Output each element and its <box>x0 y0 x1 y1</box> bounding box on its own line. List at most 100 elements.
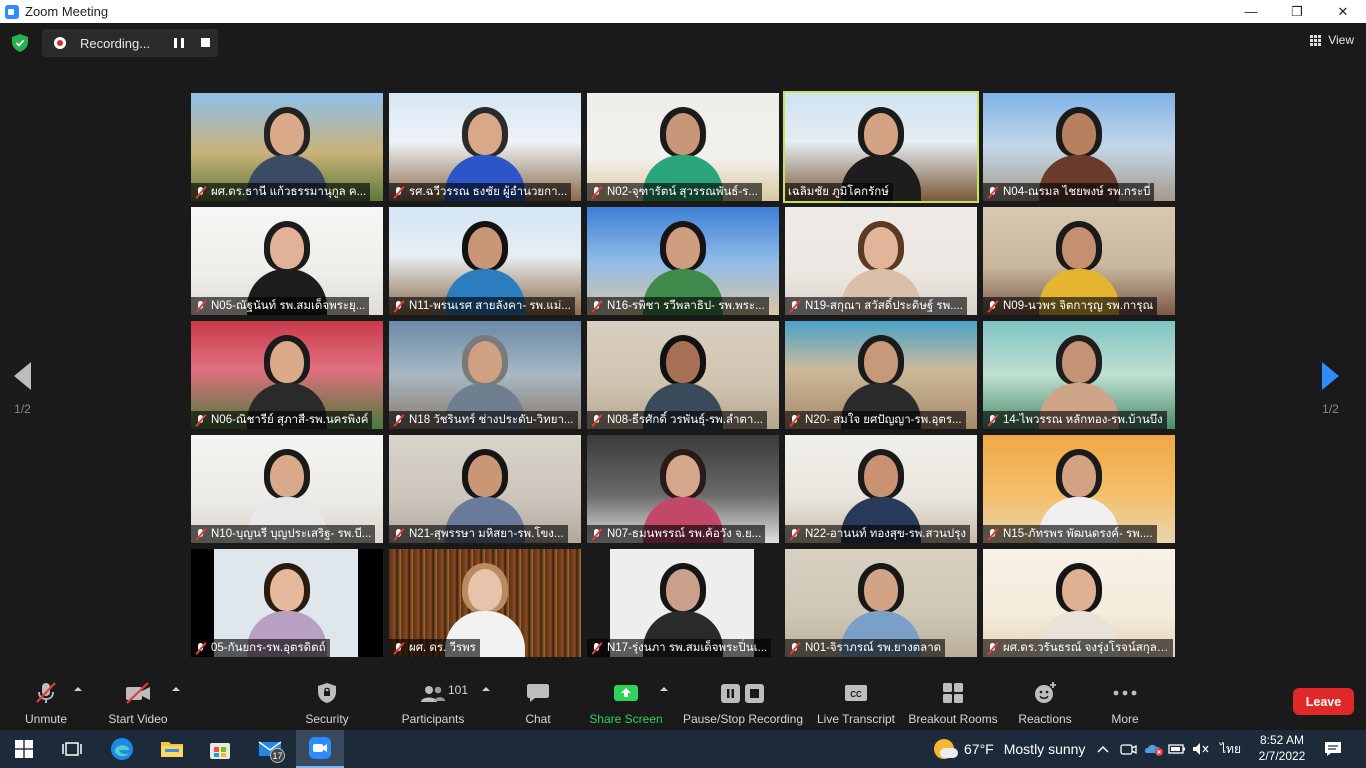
more-button[interactable]: More <box>1102 673 1148 730</box>
share-screen-label: Share Screen <box>589 712 663 726</box>
participant-video-tile[interactable]: N22-อานนท์ ทองสุข-รพ.สวนปรุง <box>785 435 977 543</box>
weather-widget[interactable]: 67°F Mostly sunny <box>934 730 1085 768</box>
tray-battery[interactable] <box>1168 730 1186 768</box>
mic-muted-icon <box>392 185 405 199</box>
clock-time: 8:52 AM <box>1259 733 1305 747</box>
participant-video-tile[interactable]: N18 วัชรินทร์ ช่างประดับ-วิทยา... <box>389 321 581 429</box>
previous-page-button[interactable]: 1/2 <box>14 362 31 416</box>
tray-volume[interactable] <box>1192 730 1210 768</box>
more-label: More <box>1111 712 1139 726</box>
participant-video-tile[interactable]: รศ.ฉวีวรรณ ธงชัย ผู้อำนวยกา... <box>389 93 581 201</box>
participant-video-tile[interactable]: N19-สกุณา สวัสดิ์ประดิษฐ์ รพ.... <box>785 207 977 315</box>
battery-icon <box>1168 744 1185 754</box>
chat-button[interactable]: Chat <box>514 673 562 730</box>
reactions-button[interactable]: Reactions <box>1016 673 1074 730</box>
participant-name: ผศ.ดร.วรันธรณ์ จงรุ่งโรจน์สกุล ... <box>1003 642 1169 654</box>
participant-name: N15-ภัทรพร พัฒนดรงค์- รพ.... <box>1003 528 1153 540</box>
live-transcript-button[interactable]: CC Live Transcript <box>814 673 898 730</box>
participant-video-tile[interactable]: ผศ. ดร. วีรพร <box>389 549 581 657</box>
leave-button[interactable]: Leave <box>1293 688 1354 715</box>
participant-name: N22-อานนท์ ทองสุข-รพ.สวนปรุง <box>805 528 966 540</box>
stop-recording-icon[interactable] <box>201 38 210 47</box>
notifications-button[interactable] <box>1324 730 1342 768</box>
taskbar-file-explorer[interactable] <box>148 730 196 768</box>
security-shield-icon[interactable] <box>12 34 28 52</box>
share-screen-button[interactable]: Share Screen <box>588 673 664 730</box>
svg-text:CC: CC <box>850 690 862 699</box>
mic-muted-icon <box>590 299 603 313</box>
participant-video-tile[interactable]: N07-ธมนพรรณ์ รพ.ค้อวัง จ.ย... <box>587 435 779 543</box>
unmute-button[interactable]: Unmute <box>22 673 70 730</box>
page-indicator-left: 1/2 <box>14 402 31 416</box>
notification-center-icon <box>1325 742 1341 756</box>
participant-video-tile[interactable]: N05-ณัฐนันท์ รพ.สมเด็จพระยุ... <box>191 207 383 315</box>
mic-muted-icon <box>590 413 603 427</box>
view-button[interactable]: View <box>1310 33 1354 47</box>
taskbar-zoom[interactable] <box>296 730 344 768</box>
participant-video-tile[interactable]: 05-กันยกร-รพ.อุตรดิตถ์ <box>191 549 383 657</box>
participant-video-tile[interactable]: N09-นวพร จิตการุญ รพ.การุณ <box>983 207 1175 315</box>
participant-video-tile[interactable]: N21-สุพรรษา มหิสยา-รพ.โขง... <box>389 435 581 543</box>
live-transcript-label: Live Transcript <box>816 712 896 726</box>
participant-name: N11-พรนเรศ สายลังคา- รพ.แม่... <box>409 300 571 312</box>
more-dots-icon <box>1109 677 1141 709</box>
participants-options-caret[interactable] <box>482 687 490 691</box>
participant-video-tile[interactable]: N04-ณรมล ไชยพงษ์ รพ.กระบี่ <box>983 93 1175 201</box>
mic-muted-icon <box>788 527 801 541</box>
participant-video-tile[interactable]: N17-รุ่งนภา รพ.สมเด็จพระปิ่นเ... <box>587 549 779 657</box>
minimize-button[interactable]: — <box>1228 0 1274 23</box>
pause-stop-recording-button[interactable]: Pause/Stop Recording <box>682 673 804 730</box>
task-view-button[interactable] <box>48 730 96 768</box>
pause-recording-icon[interactable] <box>174 38 184 48</box>
participant-nameplate: N15-ภัทรพร พัฒนดรงค์- รพ.... <box>983 525 1157 543</box>
participant-video-tile[interactable]: N02-จุฑารัตน์ สุวรรณพันธ์-ร... <box>587 93 779 201</box>
recording-label: Recording... <box>80 35 151 51</box>
participant-video-tile[interactable]: 14-ไพวรรณ หลักทอง-รพ.บ้านบึง <box>983 321 1175 429</box>
next-page-button[interactable]: 1/2 <box>1322 362 1339 416</box>
participant-nameplate: N04-ณรมล ไชยพงษ์ รพ.กระบี่ <box>983 183 1155 201</box>
participant-nameplate: N18 วัชรินทร์ ช่างประดับ-วิทยา... <box>389 411 578 429</box>
participant-nameplate: N10-บุญนรี บุญประเสริฐ- รพ.บี... <box>191 525 376 543</box>
arrow-left-icon <box>14 362 31 390</box>
participants-button[interactable]: 101 Participants <box>398 673 468 730</box>
arrow-right-icon <box>1322 362 1339 390</box>
window-controls: — ❐ ✕ <box>1228 0 1366 23</box>
mic-muted-icon <box>194 299 207 313</box>
participant-name: รศ.ฉวีวรรณ ธงชัย ผู้อำนวยกา... <box>409 186 568 198</box>
input-language-indicator[interactable]: ไทย <box>1220 730 1241 768</box>
start-video-label: Start Video <box>108 712 168 726</box>
participant-video-tile[interactable]: ผศ.ดร.ธานี แก้วธรรมานุกูล ค... <box>191 93 383 201</box>
maximize-button[interactable]: ❐ <box>1274 0 1320 23</box>
taskbar-edge[interactable] <box>98 730 146 768</box>
participant-nameplate: N20- สมใจ ยศปัญญา-รพ.อุตร... <box>785 411 966 429</box>
participant-video-tile[interactable]: N20- สมใจ ยศปัญญา-รพ.อุตร... <box>785 321 977 429</box>
participant-video-tile[interactable]: N01-จิราภรณ์ รพ.ยางตลาด <box>785 549 977 657</box>
participant-video-tile[interactable]: N10-บุญนรี บุญประเสริฐ- รพ.บี... <box>191 435 383 543</box>
participant-video-tile[interactable]: N11-พรนเรศ สายลังคา- รพ.แม่... <box>389 207 581 315</box>
tray-onedrive[interactable] <box>1144 730 1164 768</box>
participant-name: N04-ณรมล ไชยพงษ์ รพ.กระบี่ <box>1003 186 1151 198</box>
close-button[interactable]: ✕ <box>1320 0 1366 23</box>
show-hidden-icons-button[interactable] <box>1096 730 1110 768</box>
taskbar-clock[interactable]: 8:52 AM 2/7/2022 <box>1258 732 1306 764</box>
share-options-caret[interactable] <box>660 687 668 691</box>
participant-nameplate: N01-จิราภรณ์ รพ.ยางตลาด <box>785 639 946 657</box>
taskbar-store[interactable] <box>196 730 244 768</box>
security-button[interactable]: Security <box>303 673 351 730</box>
participant-nameplate: N21-สุพรรษา มหิสยา-รพ.โขง... <box>389 525 568 543</box>
participant-video-tile[interactable]: เฉลิมชัย ภูมิโคกรักษ์ <box>783 91 979 203</box>
participant-video-tile[interactable]: N08-ธีรศักดิ์ วรพันธุ์-รพ.ลำตา... <box>587 321 779 429</box>
participant-video-tile[interactable]: N15-ภัทรพร พัฒนดรงค์- รพ.... <box>983 435 1175 543</box>
participant-video-tile[interactable]: ผศ.ดร.วรันธรณ์ จงรุ่งโรจน์สกุล ... <box>983 549 1175 657</box>
video-options-caret[interactable] <box>172 687 180 691</box>
breakout-rooms-button[interactable]: Breakout Rooms <box>906 673 1000 730</box>
participant-nameplate: รศ.ฉวีวรรณ ธงชัย ผู้อำนวยกา... <box>389 183 572 201</box>
taskbar-mail[interactable]: 17 <box>246 730 294 768</box>
tray-meet-now[interactable] <box>1120 730 1138 768</box>
start-video-button[interactable]: Start Video <box>106 673 170 730</box>
participant-video-tile[interactable]: N16-รพิชา รวีพลาธิป- รพ.พระ... <box>587 207 779 315</box>
audio-options-caret[interactable] <box>74 687 82 691</box>
participant-video-tile[interactable]: N06-ณิชารีย์ สุภาสี-รพ.นครพิงค์ <box>191 321 383 429</box>
windows-taskbar: 17 67°F Mostly sunny ไทย 8:52 AM 2/7/202… <box>0 730 1366 768</box>
start-menu-button[interactable] <box>0 730 48 768</box>
